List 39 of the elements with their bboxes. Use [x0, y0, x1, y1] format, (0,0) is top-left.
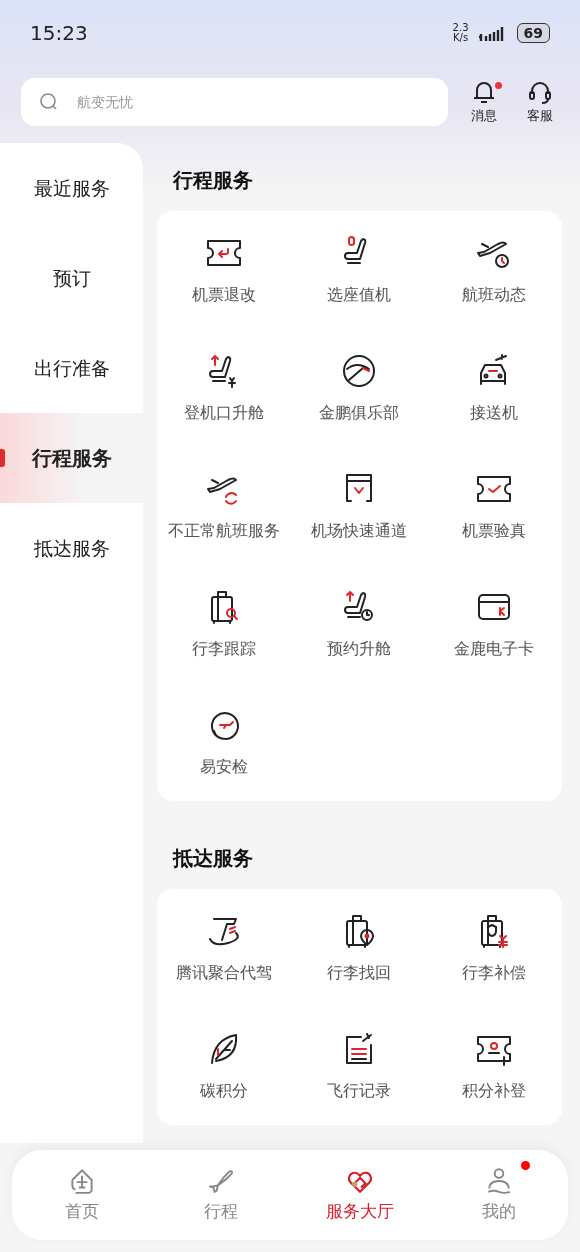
sidebar-item[interactable]: 出行准备 — [0, 323, 143, 413]
service-tile[interactable]: 航班动态 — [426, 211, 562, 329]
service-tile[interactable]: 接送机 — [426, 329, 562, 447]
service-tile[interactable]: 预约升舱 — [292, 565, 427, 683]
service-tile[interactable]: 不正常航班服务 — [157, 447, 292, 565]
service-tile[interactable]: 碳积分 — [157, 1007, 292, 1125]
service-tile[interactable]: 选座值机 — [292, 211, 427, 329]
section-title: 抵达服务 — [171, 845, 254, 872]
service-tile[interactable]: 易安检 — [157, 683, 292, 801]
service-tile[interactable]: 金鹏俱乐部 — [292, 329, 427, 447]
action-label[interactable]: 消息 — [471, 106, 497, 126]
service-tile[interactable]: 飞行记录 — [292, 1007, 427, 1125]
service-tile[interactable]: 积分补登 — [426, 1007, 562, 1125]
tab-item[interactable]: 我的 — [429, 1165, 568, 1225]
service-tile[interactable]: 行李找回 — [292, 889, 427, 1007]
service-tile[interactable]: 机票退改 — [157, 211, 292, 329]
network-speed: 2.3 K/s — [452, 22, 469, 43]
search-icon — [39, 92, 59, 112]
status-time: 15:23 — [30, 19, 88, 47]
service-tile[interactable]: 行李跟踪 — [157, 565, 292, 683]
action-label[interactable]: 客服 — [527, 106, 553, 126]
selection-marker — [0, 449, 5, 467]
service-tile[interactable]: 腾讯聚合代驾 — [157, 889, 292, 1007]
service-tile[interactable]: 机票验真 — [426, 447, 562, 565]
service-tile[interactable]: 金鹿电子卡 — [426, 565, 562, 683]
sidebar-item[interactable]: 预订 — [0, 233, 143, 323]
sidebar-item[interactable]: 行程服务 — [0, 413, 143, 503]
service-tile[interactable]: 行李补偿 — [426, 889, 562, 1007]
tab-item[interactable]: 首页 — [12, 1165, 151, 1225]
search-bar[interactable]: 航变无忧 — [21, 78, 448, 126]
search-input[interactable]: 航变无忧 — [75, 90, 375, 114]
service-tile[interactable]: 登机口升舱 — [157, 329, 292, 447]
sidebar-item[interactable]: 最近服务 — [0, 143, 143, 233]
section-title: 行程服务 — [171, 167, 254, 194]
battery-level: 69 — [516, 22, 550, 43]
service-tile[interactable]: 机场快速通道 — [292, 447, 427, 565]
sidebar-item[interactable]: 抵达服务 — [0, 503, 143, 593]
tab-item[interactable]: 服务大厅 — [290, 1165, 429, 1225]
tab-item[interactable]: 行程 — [151, 1165, 290, 1225]
